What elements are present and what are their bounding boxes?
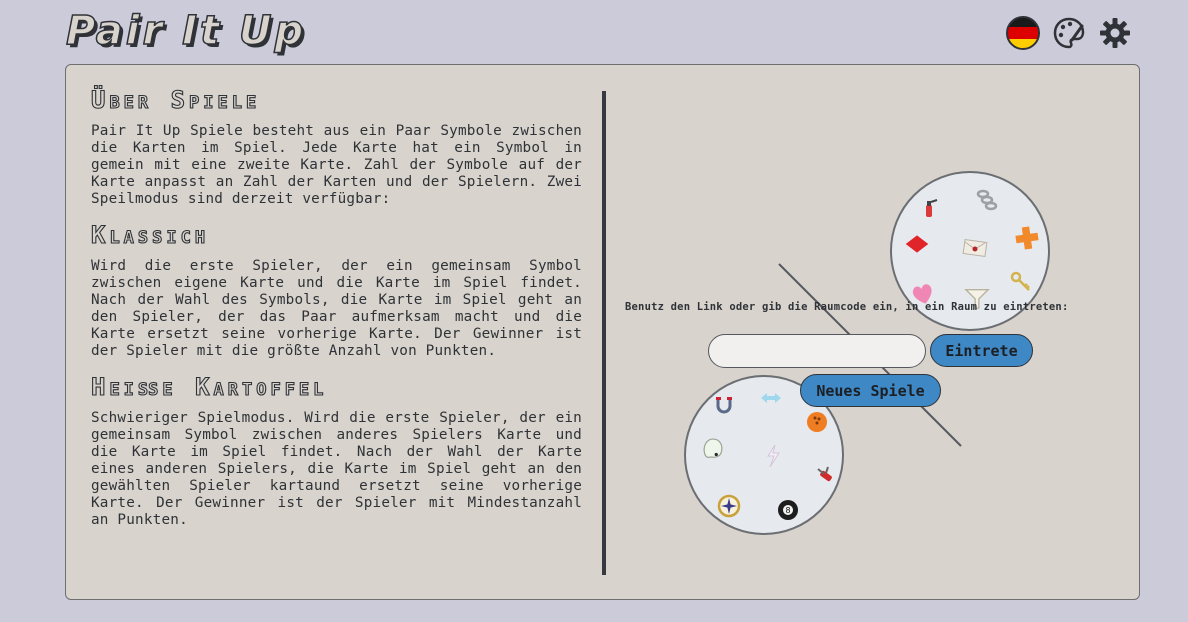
chain-icon [974,187,1000,213]
envelope-icon [962,235,988,261]
join-instruction: Benutz den Link oder gib die Raumcode ei… [625,301,1069,313]
cross-icon [1014,225,1040,251]
german-flag-icon[interactable] [1004,14,1042,52]
eight-ball-icon: 8 [775,497,801,523]
pocket-knife-icon [812,463,838,489]
decorative-line [778,263,962,447]
room-code-input[interactable] [708,334,926,368]
magnet-icon [711,392,737,418]
bowling-ball-icon [804,409,830,435]
palette-icon[interactable] [1050,14,1088,52]
join-button[interactable]: Eintrete [930,334,1033,367]
lightning-icon [760,443,786,469]
header-icons [1004,14,1134,52]
diamond-icon [904,231,930,257]
fire-extinguisher-icon [916,195,942,221]
app-logo: Pair It Up [65,7,307,55]
key-icon [1008,269,1034,295]
compass-icon [716,493,742,519]
main-panel: Über Spiele Pair It Up Spiele besteht au… [65,64,1140,600]
ghost-icon [700,435,726,461]
svg-text:8: 8 [785,506,790,515]
new-game-button[interactable]: Neues Spiele [800,374,941,407]
gear-icon[interactable] [1096,14,1134,52]
arrows-icon [758,385,784,411]
